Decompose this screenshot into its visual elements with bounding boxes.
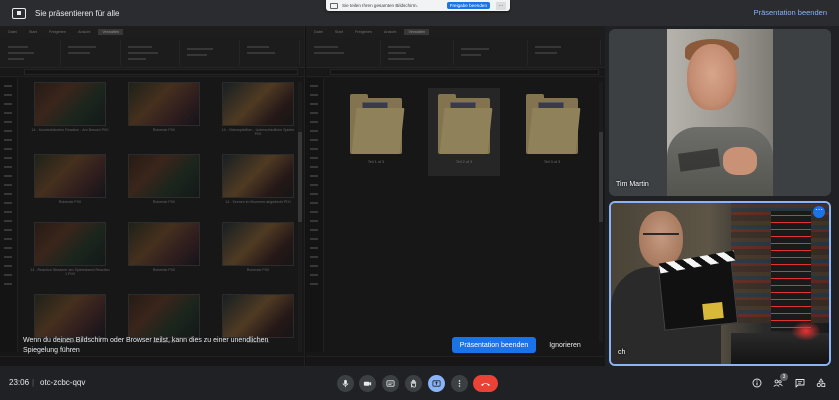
ignore-button[interactable]: Ignorieren: [544, 337, 586, 353]
folder-label: Teil 3 of 3: [543, 160, 561, 164]
participant-video: [667, 29, 773, 196]
thumbnail-caption: 14 - Reaction Streamer am Spieleabend Re…: [30, 268, 110, 277]
video-thumbnail: 14 - Videospiel/Iten - Unterschiedliche …: [218, 82, 298, 144]
vertical-scrollbar: [599, 82, 603, 342]
camera-icon: [363, 381, 372, 386]
present-now-icon: [432, 380, 441, 387]
thumbnail-caption: Ruhende PIXI: [152, 268, 176, 272]
folder-item: Teil 2 of 3: [428, 88, 500, 176]
mic-button[interactable]: [337, 375, 354, 392]
vertical-scrollbar: [298, 82, 302, 352]
more-options-button[interactable]: [451, 375, 468, 392]
screen-icon: [330, 2, 338, 9]
video-thumbnail: Ruhende PIXI: [218, 222, 298, 284]
stop-presenting-link[interactable]: Präsentation beenden: [754, 8, 827, 17]
video-thumbnail: 14 - Reaction Streamer am Spieleabend Re…: [30, 222, 110, 284]
more-options-icon[interactable]: ⋯: [813, 206, 825, 218]
present-icon: [12, 7, 26, 19]
video-thumbnail: 14 - Kunststückchen Reaction - Am Besuch…: [30, 82, 110, 144]
meeting-toolbar: 23:06 | otc-zcbc-qqv: [0, 366, 839, 400]
participant-video: [611, 203, 829, 364]
present-now-button[interactable]: [428, 375, 445, 392]
thumbnail-caption: 14 - Kunststückchen Reaction - Am Besuch…: [31, 128, 109, 132]
captions-button[interactable]: [382, 375, 399, 392]
status-bar: [306, 356, 605, 366]
stop-sharing-button[interactable]: Freigabe beenden: [446, 2, 490, 9]
video-thumbnail: Ruhende PIXI: [124, 222, 204, 284]
ribbon-tab: Freigeben: [354, 30, 373, 34]
participant-count-badge: 3: [780, 373, 788, 381]
chat-icon: [795, 379, 805, 388]
ribbon-tab: Freigeben: [48, 30, 67, 34]
thumbnail-caption: Ruhende PIXI: [152, 200, 176, 205]
ribbon-tab: Start: [28, 30, 37, 34]
raise-hand-icon: [410, 379, 417, 388]
hangup-icon: [480, 382, 491, 386]
ribbon-toolbar: [0, 38, 304, 68]
ribbon-tab: Ansicht: [384, 30, 397, 34]
ribbon-tab: Verwalten: [98, 29, 124, 35]
camera-button[interactable]: [359, 375, 376, 392]
participant-name: ch: [618, 349, 626, 356]
participant-name: Tim Martin: [616, 181, 649, 188]
folder-item: Teil 3 of 3: [516, 88, 588, 176]
ribbon-tab: Datei: [8, 30, 17, 34]
screen-share-notice: Sie teilen Ihren gesamten Bildschirm. Fr…: [326, 0, 510, 11]
video-thumbnail: 14 - Szenen im Brummer abgedeckt PIXI: [218, 154, 298, 212]
folder-label: Teil 1 of 3: [367, 160, 385, 164]
participant-tile-self[interactable]: ch ⋯: [609, 201, 831, 366]
thumbnail-caption: 14 - Szenen im Brummer abgedeckt PIXI: [225, 200, 291, 205]
mirror-warning-text: Wenn du deinen Bildschirm oder Browser t…: [23, 337, 269, 354]
thumbnail-caption: Ruhende PIXI: [152, 128, 176, 132]
activities-icon: [816, 378, 826, 388]
chat-button[interactable]: [793, 376, 807, 390]
meeting-code: otc-zcbc-qqv: [40, 378, 86, 387]
video-thumbnail: Ruhende PIXI: [30, 154, 110, 212]
meeting-details-button[interactable]: [750, 376, 764, 390]
address-bar: [0, 68, 304, 77]
navigation-pane: [0, 78, 18, 352]
thumbnail-caption: Ruhende PIXI: [246, 268, 270, 272]
ribbon-tab: Verwalten: [404, 29, 430, 35]
more-options-icon: [458, 380, 461, 387]
participant-tile[interactable]: Tim Martin: [609, 29, 831, 196]
thumbnail-caption: Ruhende PIXI: [58, 200, 82, 205]
mic-icon: [342, 379, 349, 388]
file-explorer-left: Datei Start Freigeben Ansicht Verwalten …: [0, 26, 305, 366]
folder-list: Teil 1 of 3 Teil 2 of 3 Teil 3 of 3: [324, 88, 605, 176]
folder-item: Teil 1 of 3: [340, 88, 412, 176]
ribbon-tab: Datei: [314, 30, 323, 34]
shared-screen-preview: Datei Start Freigeben Ansicht Verwalten …: [0, 26, 605, 366]
leave-call-button[interactable]: [473, 375, 498, 392]
navigation-pane: [306, 78, 324, 352]
video-thumbnail: Ruhende PIXI: [124, 154, 204, 212]
raise-hand-button[interactable]: [405, 375, 422, 392]
ribbon-tabs: Datei Start Freigeben Ansicht Verwalten: [306, 26, 605, 38]
ribbon-tab: Start: [334, 30, 343, 34]
folder-label: Teil 2 of 3: [455, 160, 473, 164]
address-bar: [306, 68, 605, 77]
share-notice-text: Sie teilen Ihren gesamten Bildschirm.: [342, 3, 418, 8]
ribbon-tab: Ansicht: [78, 30, 91, 34]
info-icon: [752, 378, 762, 388]
separator: |: [32, 378, 35, 387]
activities-button[interactable]: [814, 376, 828, 390]
ribbon-toolbar: [306, 38, 605, 68]
stop-presentation-button[interactable]: Präsentation beenden: [452, 337, 536, 353]
thumbnail-grid: 14 - Kunststückchen Reaction - Am Besuch…: [30, 82, 294, 352]
video-thumbnail: Ruhende PIXI: [124, 82, 204, 144]
ribbon-tabs: Datei Start Freigeben Ansicht Verwalten: [0, 26, 304, 38]
file-explorer-right: Datei Start Freigeben Ansicht Verwalten …: [306, 26, 605, 366]
meeting-time: 23:06: [9, 378, 30, 387]
captions-icon: [386, 380, 395, 387]
status-bar: [0, 356, 304, 366]
presenting-title: Sie präsentieren für alle: [35, 8, 120, 18]
thumbnail-caption: 14 - Videospiel/Iten - Unterschiedliche …: [221, 128, 295, 137]
hide-notice-button[interactable]: ...: [496, 1, 506, 10]
